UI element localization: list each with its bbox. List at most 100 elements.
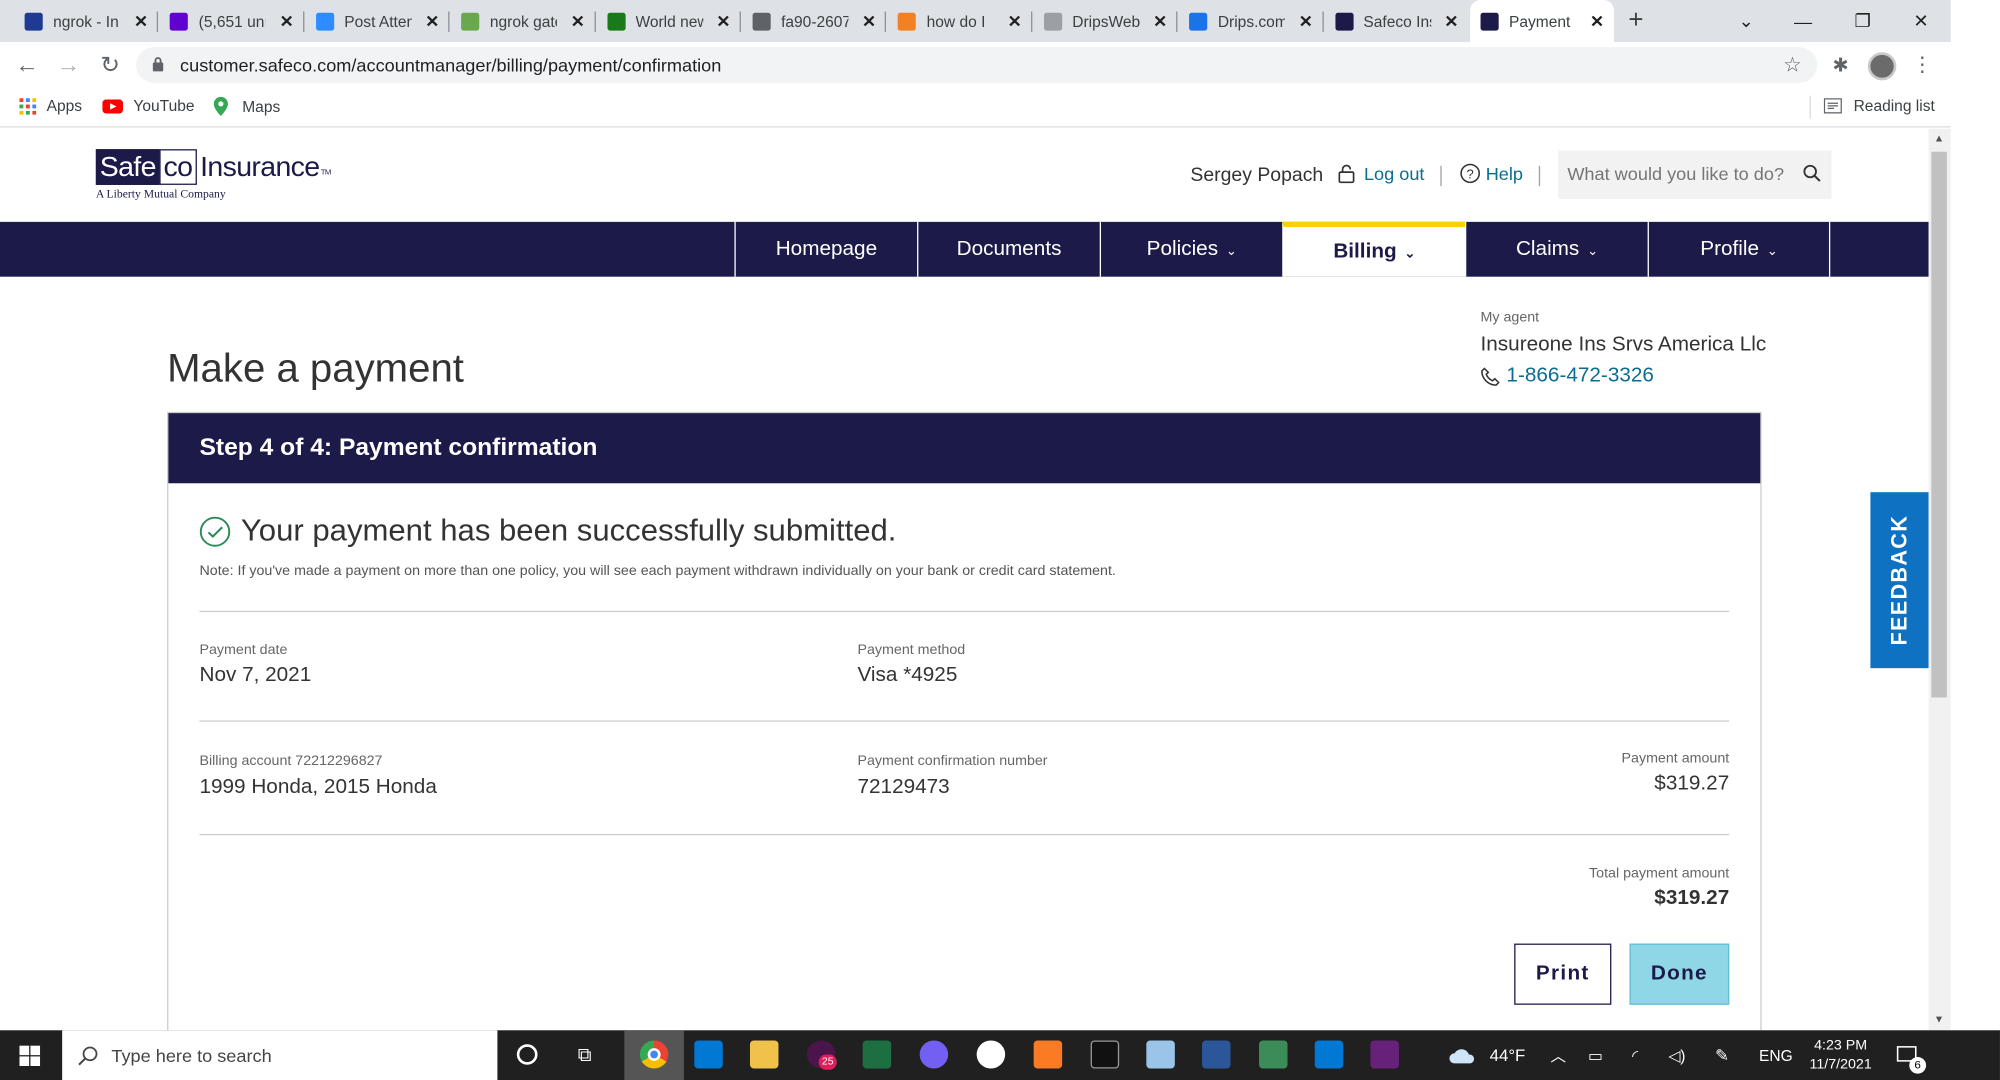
xampp-icon[interactable] bbox=[1033, 1040, 1063, 1069]
close-tab-icon[interactable]: ✕ bbox=[1444, 11, 1458, 31]
nav-item-homepage[interactable]: Homepage bbox=[734, 221, 917, 277]
terminal-icon[interactable] bbox=[1090, 1040, 1120, 1069]
close-tab-icon[interactable]: ✕ bbox=[134, 11, 148, 31]
extensions-puzzle-icon[interactable]: ✱ bbox=[1824, 48, 1858, 81]
feedback-tab[interactable]: FEEDBACK bbox=[1870, 492, 1929, 669]
close-tab-icon[interactable]: ✕ bbox=[280, 11, 294, 31]
close-tab-icon[interactable]: ✕ bbox=[1590, 11, 1604, 31]
search-icon[interactable] bbox=[1803, 164, 1821, 182]
bookmark-youtube[interactable]: YouTube bbox=[102, 97, 194, 115]
volume-icon[interactable]: ◁) bbox=[1668, 1030, 1685, 1080]
bookmark-maps[interactable]: Maps bbox=[213, 96, 280, 117]
excel-icon[interactable] bbox=[862, 1040, 892, 1069]
taskbar-chrome-active[interactable] bbox=[624, 1030, 684, 1080]
help-link[interactable]: ? Help bbox=[1460, 163, 1523, 184]
windows-start-icon[interactable] bbox=[19, 1045, 41, 1066]
browser-tab[interactable]: fa90-2607 ✕ bbox=[742, 0, 887, 42]
close-window-icon[interactable]: ✕ bbox=[1891, 0, 1951, 42]
agent-phone-link[interactable]: 1-866-472-3326 bbox=[1481, 365, 1654, 388]
safeco-logo[interactable]: Safe co Insurance TM A Liberty Mutual Compa… bbox=[95, 149, 331, 200]
weather-widget[interactable]: 44°F bbox=[1448, 1030, 1525, 1080]
windows-taskbar: Type here to search ⧉ 25 44°F ︿ ▭ ◜ ◁) ✎… bbox=[0, 1030, 2000, 1080]
nav-item-profile[interactable]: Profile ⌄ bbox=[1647, 221, 1831, 277]
close-tab-icon[interactable]: ✕ bbox=[1153, 11, 1167, 31]
viber-icon[interactable] bbox=[919, 1040, 949, 1069]
agent-phone-number: 1-866-472-3326 bbox=[1506, 364, 1654, 387]
site-search[interactable] bbox=[1558, 150, 1832, 199]
web-page: Safe co Insurance TM A Liberty Mutual Compa… bbox=[0, 128, 1929, 1031]
tab-separator bbox=[593, 11, 596, 32]
user-name: Sergey Popach bbox=[1190, 164, 1324, 187]
browser-tab[interactable]: (5,651 unr ✕ bbox=[160, 0, 305, 42]
close-tab-icon[interactable]: ✕ bbox=[571, 11, 585, 31]
payment-method-label: Payment method bbox=[857, 642, 966, 658]
word-icon[interactable] bbox=[1202, 1040, 1231, 1069]
browser-tab[interactable]: World new ✕ bbox=[597, 0, 741, 42]
vscode-icon[interactable] bbox=[694, 1040, 723, 1069]
close-tab-icon[interactable]: ✕ bbox=[1008, 11, 1022, 31]
scrollbar-thumb[interactable] bbox=[1931, 151, 1947, 698]
language-indicator[interactable]: ENG bbox=[1759, 1030, 1793, 1080]
print-button[interactable]: Print bbox=[1514, 943, 1612, 1005]
browser-tab[interactable]: ngrok - In ✕ bbox=[14, 0, 159, 42]
browser-tab[interactable]: ngrok gate ✕ bbox=[451, 0, 596, 42]
outlook-card-icon[interactable] bbox=[1314, 1040, 1344, 1069]
logo-safe-text: Safe bbox=[95, 149, 160, 185]
system-clock[interactable]: 4:23 PM 11/7/2021 bbox=[1803, 1030, 1878, 1080]
tab-search-chevron-icon[interactable]: ⌄ bbox=[1716, 0, 1776, 42]
payment-date-value: Nov 7, 2021 bbox=[199, 664, 312, 687]
profile-avatar[interactable] bbox=[1867, 52, 1897, 81]
notepad-icon[interactable] bbox=[1146, 1040, 1175, 1069]
browser-tab[interactable]: DripsWeb ✕ bbox=[1033, 0, 1178, 42]
kebab-menu-icon[interactable]: ⋮ bbox=[1905, 48, 1939, 81]
tray-chevron-up-icon[interactable]: ︿ bbox=[1550, 1030, 1566, 1080]
bookmark-divider bbox=[1809, 95, 1811, 119]
browser-tab-title: Safeco Ins bbox=[1363, 12, 1431, 30]
site-search-input[interactable] bbox=[1567, 163, 1794, 184]
nav-item-documents[interactable]: Documents bbox=[917, 221, 1100, 277]
tab-separator bbox=[448, 11, 450, 32]
reading-list-button[interactable]: Reading list bbox=[1823, 97, 1935, 115]
nav-item-claims[interactable]: Claims ⌄ bbox=[1464, 221, 1648, 277]
app-leaf-icon[interactable] bbox=[976, 1040, 1006, 1069]
wifi-icon[interactable]: ◜ bbox=[1632, 1030, 1638, 1080]
new-tab-button[interactable]: + bbox=[1617, 0, 1656, 42]
cortana-icon[interactable] bbox=[516, 1044, 538, 1065]
scroll-down-arrow-icon[interactable]: ▼ bbox=[1934, 1014, 1944, 1025]
bookmark-apps[interactable]: Apps bbox=[19, 97, 82, 115]
taskbar-search[interactable]: Type here to search bbox=[62, 1030, 498, 1080]
logout-link[interactable]: Log out bbox=[1338, 163, 1424, 184]
visual-studio-icon[interactable] bbox=[1370, 1040, 1399, 1069]
minimize-icon[interactable]: — bbox=[1773, 0, 1833, 42]
browser-tab[interactable]: Drips.com ✕ bbox=[1179, 0, 1324, 42]
browser-tab[interactable]: Payment ✕ bbox=[1470, 0, 1615, 43]
address-bar[interactable]: customer.safeco.com/accountmanager/billi… bbox=[136, 47, 1818, 83]
reload-icon[interactable]: ↻ bbox=[93, 48, 127, 81]
page-scrollbar[interactable]: ▲ ▼ bbox=[1928, 128, 1951, 1031]
done-button[interactable]: Done bbox=[1629, 943, 1730, 1005]
bookmark-star-icon[interactable]: ☆ bbox=[1783, 52, 1802, 78]
close-tab-icon[interactable]: ✕ bbox=[862, 11, 876, 31]
bookmark-youtube-label: YouTube bbox=[133, 96, 195, 115]
close-tab-icon[interactable]: ✕ bbox=[1299, 11, 1313, 31]
nav-item-label: Billing bbox=[1333, 240, 1397, 263]
nav-item-policies[interactable]: Policies ⌄ bbox=[1099, 221, 1283, 277]
window-app-icon[interactable] bbox=[1259, 1040, 1288, 1069]
back-arrow-icon[interactable]: ← bbox=[10, 48, 44, 81]
scroll-up-arrow-icon[interactable]: ▲ bbox=[1934, 133, 1944, 144]
nav-item-billing[interactable]: Billing ⌄ bbox=[1282, 221, 1465, 277]
close-tab-icon[interactable]: ✕ bbox=[716, 11, 730, 31]
forward-arrow-icon[interactable]: → bbox=[52, 48, 86, 81]
tab-separator bbox=[157, 11, 159, 32]
task-view-icon[interactable]: ⧉ bbox=[578, 1030, 592, 1080]
pen-icon[interactable]: ✎ bbox=[1715, 1030, 1729, 1080]
browser-tab[interactable]: Safeco Ins ✕ bbox=[1325, 0, 1469, 42]
restore-icon[interactable]: ❐ bbox=[1833, 0, 1893, 42]
chevron-down-icon: ⌄ bbox=[1587, 244, 1598, 259]
battery-icon[interactable]: ▭ bbox=[1588, 1030, 1603, 1080]
browser-tab[interactable]: how do I ✕ bbox=[888, 0, 1033, 42]
billing-account-vehicles: 1999 Honda, 2015 Honda bbox=[199, 776, 437, 799]
browser-tab[interactable]: Post Atten ✕ bbox=[305, 0, 450, 42]
close-tab-icon[interactable]: ✕ bbox=[425, 11, 439, 31]
file-explorer-icon[interactable] bbox=[749, 1040, 779, 1069]
